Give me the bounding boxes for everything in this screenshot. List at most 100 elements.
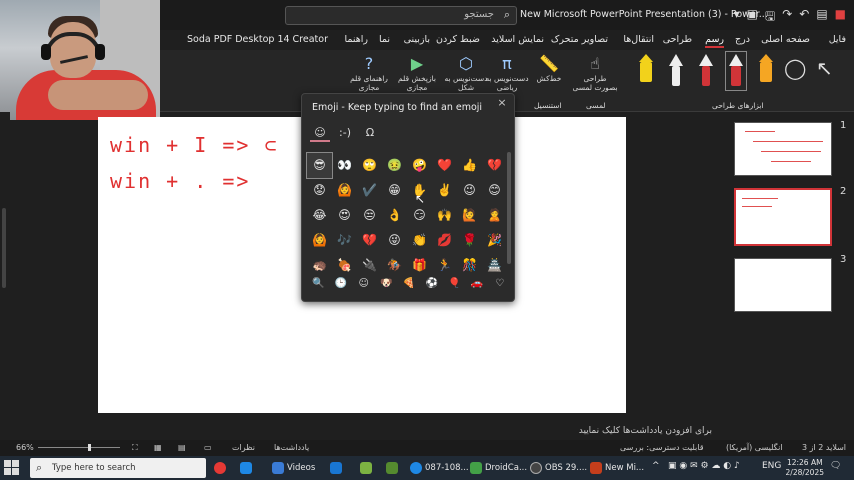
emoji-item[interactable]: 🌹 <box>457 228 482 253</box>
close-icon[interactable]: × <box>495 96 509 109</box>
emoji-item[interactable]: 🍖 <box>332 253 357 278</box>
save-icon[interactable]: 🖫 <box>765 7 775 28</box>
emoji-item[interactable]: 😂 <box>307 203 332 228</box>
emoji-item[interactable]: 💋 <box>432 228 457 253</box>
emoji-category-tab[interactable]: 🚗 <box>466 278 489 289</box>
fit-slide-icon[interactable]: ⛶ <box>132 443 138 453</box>
emoji-item[interactable]: 👀 <box>332 153 357 178</box>
emoji-item[interactable]: 🙌 <box>432 203 457 228</box>
emoji-item[interactable]: 😜 <box>382 228 407 253</box>
tab-home[interactable]: صفحه اصلی <box>761 34 810 45</box>
reading-view-icon[interactable]: ▦ <box>154 443 162 452</box>
emoji-category-tab[interactable]: 🕒 <box>330 278 353 289</box>
tab-symbols[interactable]: Ω <box>360 126 380 142</box>
taskbar-app-edge[interactable]: 087-108... <box>410 460 469 476</box>
emoji-item[interactable]: 🔌 <box>357 253 382 278</box>
emoji-item[interactable]: 🏃 <box>432 253 457 278</box>
tab-design[interactable]: طراحی <box>663 34 692 45</box>
ribbon-ruler-button[interactable]: 📏 خط‌کش <box>526 54 572 83</box>
highlighter-orange[interactable] <box>758 54 774 88</box>
taskbar-app-generic-icon[interactable] <box>360 460 375 476</box>
notifications-icon[interactable]: 🗨 <box>830 461 841 471</box>
zoom-slider-knob[interactable] <box>88 444 91 451</box>
emoji-item[interactable]: 😁 <box>382 178 407 203</box>
emoji-item[interactable]: 👍 <box>457 153 482 178</box>
emoji-category-tab[interactable]: 🎈 <box>443 278 466 289</box>
emoji-item[interactable]: 😎 <box>306 152 333 179</box>
tray-icons[interactable]: ▣ ◉ ✉ ⚙ ☁ ◐ ♪ <box>668 461 740 471</box>
emoji-item[interactable]: 🎶 <box>332 228 357 253</box>
emoji-item[interactable]: 🎉 <box>482 228 507 253</box>
save-disk-icon[interactable]: ▤ <box>816 7 827 28</box>
tray-chevron-icon[interactable]: ^ <box>652 461 660 471</box>
emoji-item[interactable]: 🙆 <box>332 178 357 203</box>
emoji-item[interactable]: 😍 <box>332 203 357 228</box>
undo-icon[interactable]: ↶ <box>799 7 809 28</box>
emoji-item[interactable]: ✔️ <box>357 178 382 203</box>
taskbar-chrome-icon[interactable] <box>214 460 229 476</box>
slide-thumbnail-3[interactable] <box>734 258 832 312</box>
ribbon-ink-to-math-button[interactable]: π دست‌نویس به ریاضی <box>484 54 530 92</box>
accessibility-status[interactable]: قابلیت دسترسی: بررسی <box>620 443 704 452</box>
tab-animations[interactable]: تصاویر متحرک <box>551 34 608 45</box>
slide-thumbnail-1[interactable] <box>734 122 832 176</box>
taskbar-clock[interactable]: 12:26 AM 2/28/2025 <box>786 458 824 478</box>
tab-insert[interactable]: درج <box>735 34 750 45</box>
tab-view[interactable]: نما <box>379 34 390 45</box>
normal-view-icon[interactable]: ▭ <box>204 443 212 452</box>
lasso-select-icon[interactable]: ◯ <box>784 56 806 80</box>
emoji-item[interactable]: 💔 <box>482 153 507 178</box>
zoom-level[interactable]: 66% <box>16 443 34 452</box>
emoji-item[interactable]: 🏯 <box>482 253 507 278</box>
tab-soda-pdf[interactable]: Soda PDF Desktop 14 Creator <box>187 34 328 45</box>
taskbar-vscode-ext-icon[interactable] <box>240 460 255 476</box>
tab-emoji[interactable]: ☺ <box>310 126 330 142</box>
emoji-item[interactable]: 🤪 <box>407 153 432 178</box>
emoji-item[interactable]: ✌️ <box>432 178 457 203</box>
taskbar-search-input[interactable]: ⌕ Type here to search <box>30 458 206 478</box>
taskbar-vscode-icon[interactable] <box>330 460 345 476</box>
tab-review[interactable]: بازبینی <box>404 34 430 45</box>
tray-language[interactable]: ENG <box>762 461 781 471</box>
language-status[interactable]: انگلیسی (آمریکا) <box>726 443 783 452</box>
emoji-item[interactable]: 😏 <box>407 203 432 228</box>
emoji-item[interactable]: 👏 <box>407 228 432 253</box>
emoji-item[interactable]: 💔 <box>357 228 382 253</box>
emoji-item[interactable]: 🙋 <box>457 203 482 228</box>
tab-record[interactable]: ضبط کردن <box>436 34 480 45</box>
taskbar-minecraft-icon[interactable] <box>386 460 401 476</box>
emoji-item[interactable]: 🎁 <box>407 253 432 278</box>
emoji-item[interactable]: 🤢 <box>382 153 407 178</box>
search-input[interactable]: ⌕ جستجو <box>285 6 517 25</box>
emoji-category-tab[interactable]: 🔍 <box>307 278 330 289</box>
emoji-item[interactable]: 🦔 <box>307 253 332 278</box>
select-cursor-icon[interactable]: ↖ <box>816 56 833 80</box>
notes-pane[interactable]: برای افزودن یادداشت‌ها کلیک نمایید <box>0 424 716 440</box>
emoji-item[interactable]: 👌 <box>382 203 407 228</box>
tab-transitions[interactable]: انتقال‌ها <box>623 34 654 45</box>
taskbar-app-obs[interactable]: OBS 29.... <box>530 460 587 476</box>
emoji-item[interactable]: 🏇 <box>382 253 407 278</box>
slide-thumbnail-2[interactable] <box>734 188 832 246</box>
zoom-slider[interactable] <box>38 447 120 448</box>
dropdown-icon[interactable]: ▾ <box>734 7 740 28</box>
redo-icon[interactable]: ↷ <box>782 7 792 28</box>
emoji-item[interactable]: 😊 <box>482 178 507 203</box>
pen-red-selected[interactable] <box>725 51 747 91</box>
pen-black[interactable] <box>668 54 684 88</box>
emoji-category-tab[interactable]: ⚽ <box>420 278 443 289</box>
slide-sorter-icon[interactable]: ▤ <box>178 443 186 452</box>
taskbar-app-droidcam[interactable]: DroidCa... <box>470 460 527 476</box>
ribbon-touch-draw-button[interactable]: ☝ طراحی بصورت لمسی <box>572 54 618 92</box>
taskbar-app-videos[interactable]: Videos <box>272 460 315 476</box>
ribbon-help-pen-button[interactable]: ? راهنمای قلم مجازی <box>346 54 392 92</box>
emoji-item[interactable]: 😟 <box>307 178 332 203</box>
tab-slideshow[interactable]: نمایش اسلاید <box>491 34 544 45</box>
emoji-category-tab[interactable]: 🍕 <box>398 278 421 289</box>
emoji-category-tab[interactable]: ☺ <box>352 278 375 289</box>
comments-button[interactable]: نظرات <box>232 443 255 452</box>
emoji-item[interactable]: 🙆 <box>307 228 332 253</box>
emoji-item[interactable]: 😉 <box>457 178 482 203</box>
start-button[interactable] <box>4 460 20 476</box>
ribbon-ink-to-shape-button[interactable]: ⬡ دست‌نویس به شکل <box>443 54 489 92</box>
